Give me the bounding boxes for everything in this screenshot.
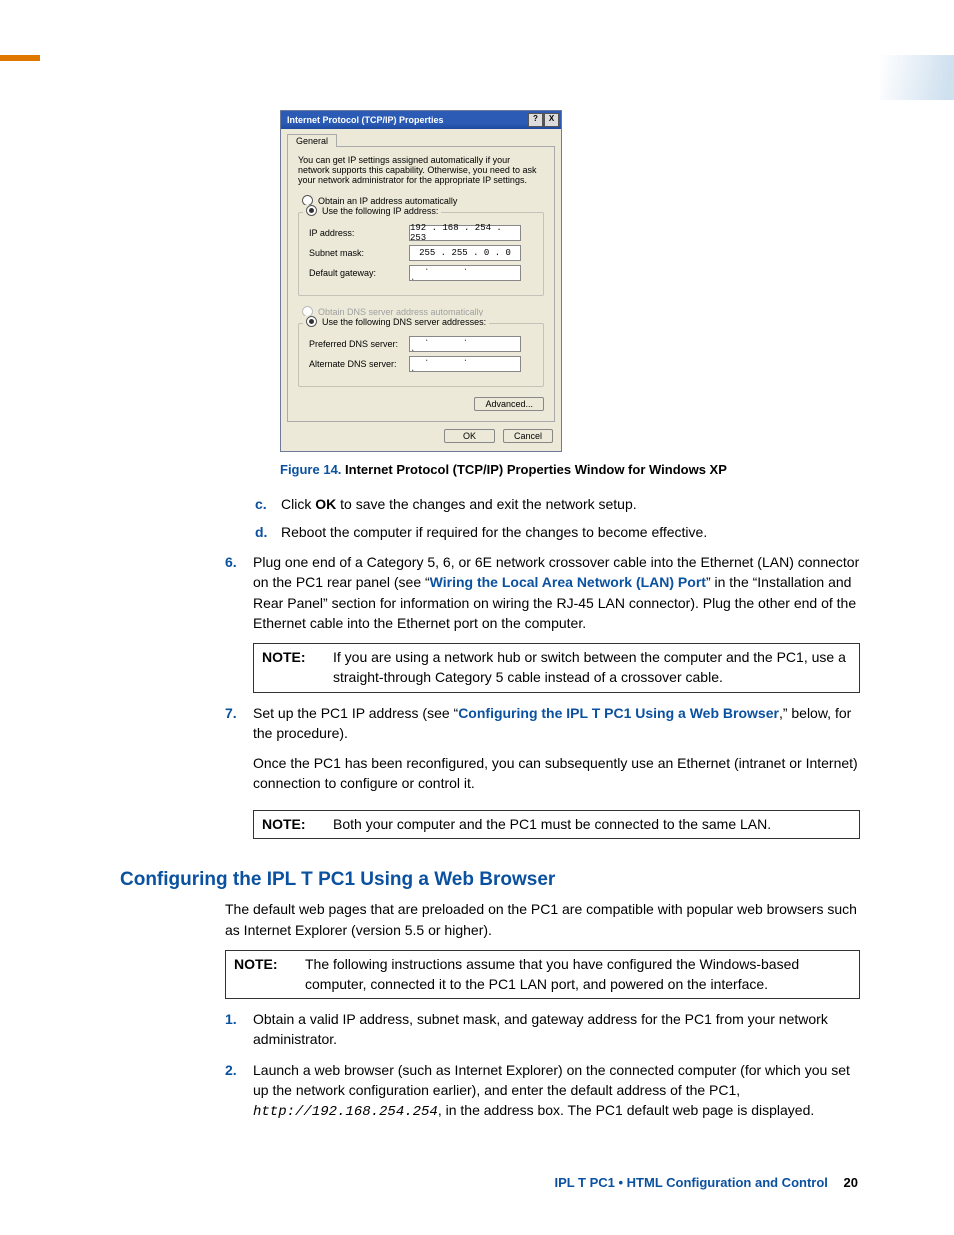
step-7-text: Set up the PC1 IP address (see “Configur… [253, 705, 851, 741]
note-text: Both your computer and the PC1 must be c… [325, 811, 859, 839]
default-url: http://192.168.254.254 [253, 1104, 438, 1120]
note-same-lan: NOTE: Both your computer and the PC1 mus… [253, 810, 860, 840]
default-gateway-label: Default gateway: [309, 268, 409, 278]
dns-fieldset: Use the following DNS server addresses: … [298, 323, 544, 387]
alternate-dns-label: Alternate DNS server: [309, 359, 409, 369]
help-icon[interactable]: ? [528, 113, 543, 127]
dialog-intro-text: You can get IP settings assigned automat… [298, 155, 544, 185]
link-configuring-pc1[interactable]: Configuring the IPL T PC1 Using a Web Br… [458, 705, 779, 721]
figure-text: Internet Protocol (TCP/IP) Properties Wi… [345, 462, 727, 477]
page-content: Internet Protocol (TCP/IP) Properties ? … [120, 55, 860, 1133]
close-icon[interactable]: X [544, 113, 559, 127]
tcpip-properties-dialog: Internet Protocol (TCP/IP) Properties ? … [280, 110, 562, 452]
marker-6: 6. [225, 552, 245, 633]
radio-icon [306, 316, 317, 327]
footer-text: IPL T PC1 • HTML Configuration and Contr… [554, 1175, 827, 1190]
tab-row: General [281, 129, 561, 146]
page-number: 20 [844, 1175, 858, 1190]
section-intro: The default web pages that are preloaded… [225, 899, 860, 940]
marker-1: 1. [225, 1009, 245, 1050]
preferred-dns-label: Preferred DNS server: [309, 339, 409, 349]
ok-button[interactable]: OK [444, 429, 495, 443]
marker-d: d. [255, 523, 273, 543]
step-c-text: Click OK to save the changes and exit th… [281, 495, 637, 515]
note-text: The following instructions assume that y… [297, 951, 859, 998]
marker-c: c. [255, 495, 273, 515]
tab-general[interactable]: General [287, 134, 337, 147]
header-accent [0, 55, 40, 61]
preferred-dns-input[interactable]: . . . [409, 336, 521, 352]
note-text: If you are using a network hub or switch… [325, 644, 859, 691]
radio-icon [306, 205, 317, 216]
ip-fieldset: Use the following IP address: IP address… [298, 212, 544, 296]
dialog-title: Internet Protocol (TCP/IP) Properties [287, 115, 444, 125]
section-step-1: Obtain a valid IP address, subnet mask, … [253, 1009, 860, 1050]
note-label: NOTE: [254, 644, 325, 691]
ip-address-input[interactable]: 192 . 168 . 254 . 253 [409, 225, 521, 241]
note-label: NOTE: [254, 811, 325, 839]
figure-caption: Figure 14. Internet Protocol (TCP/IP) Pr… [280, 462, 860, 477]
alternate-dns-input[interactable]: . . . [409, 356, 521, 372]
radio-use-following-ip[interactable]: Use the following IP address: [322, 206, 438, 216]
step-7-body: Set up the PC1 IP address (see “Configur… [253, 703, 860, 800]
step-7-follow: Once the PC1 has been reconfigured, you … [253, 753, 860, 794]
subnet-mask-input[interactable]: 255 . 255 . 0 . 0 [409, 245, 521, 261]
subnet-mask-label: Subnet mask: [309, 248, 409, 258]
section-heading: Configuring the IPL T PC1 Using a Web Br… [120, 869, 860, 891]
figure-label: Figure 14. [280, 462, 341, 477]
note-assumptions: NOTE: The following instructions assume … [225, 950, 860, 999]
advanced-button[interactable]: Advanced... [474, 397, 544, 411]
radio-use-following-dns[interactable]: Use the following DNS server addresses: [322, 317, 486, 327]
cancel-button[interactable]: Cancel [503, 429, 553, 443]
note-label: NOTE: [226, 951, 297, 998]
note-hub-switch: NOTE: If you are using a network hub or … [253, 643, 860, 692]
section-step-2: Launch a web browser (such as Internet E… [253, 1060, 860, 1123]
page-footer: IPL T PC1 • HTML Configuration and Contr… [554, 1175, 858, 1190]
step-6-text: Plug one end of a Category 5, 6, or 6E n… [253, 552, 860, 633]
link-wiring-lan[interactable]: Wiring the Local Area Network (LAN) Port [430, 574, 706, 590]
step-d-text: Reboot the computer if required for the … [281, 523, 707, 543]
ip-address-label: IP address: [309, 228, 409, 238]
header-fade [880, 55, 954, 100]
dialog-titlebar: Internet Protocol (TCP/IP) Properties ? … [281, 111, 561, 129]
marker-2: 2. [225, 1060, 245, 1123]
default-gateway-input[interactable]: . . . [409, 265, 521, 281]
marker-7: 7. [225, 703, 245, 800]
